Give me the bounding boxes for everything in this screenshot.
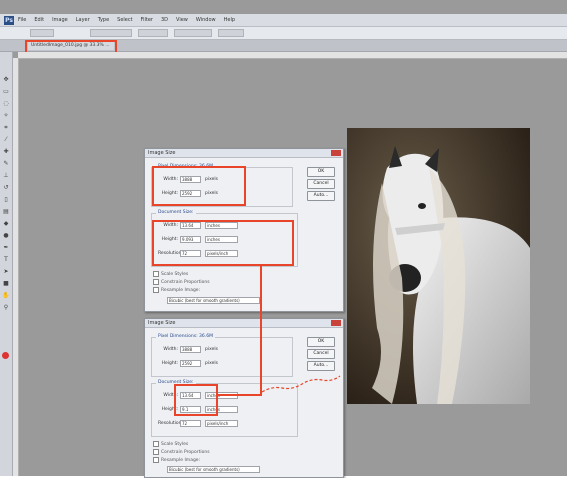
resample-checkbox[interactable]: Resample Image: <box>153 287 200 293</box>
type-tool-icon[interactable]: T <box>2 256 10 263</box>
constrain-label: Constrain Proportions <box>161 279 210 285</box>
scale-styles-label: Scale Styles <box>161 441 189 447</box>
crop-tool-icon[interactable]: ⌗ <box>2 124 10 131</box>
eraser-tool-icon[interactable]: ▯ <box>2 196 10 203</box>
resolution-unit-select[interactable]: pixels/inch <box>205 420 238 427</box>
hand-tool-icon[interactable]: ✋ <box>2 292 10 299</box>
menu-edit[interactable]: Edit <box>34 17 44 23</box>
brush-tool-icon[interactable]: ✎ <box>2 160 10 167</box>
eyedropper-icon[interactable]: ⁄ <box>2 136 10 143</box>
pixel-width-input[interactable]: 3888 <box>180 346 201 353</box>
resolution-input[interactable]: 72 <box>180 420 201 427</box>
auto-button[interactable]: Auto... <box>307 191 335 201</box>
close-icon[interactable] <box>331 150 341 156</box>
horizontal-ruler <box>18 52 567 59</box>
option-field[interactable] <box>218 29 244 37</box>
width-label: Width: <box>163 347 178 352</box>
option-field[interactable] <box>174 29 212 37</box>
shape-tool-icon[interactable]: ■ <box>2 280 10 287</box>
dialog-title: Image Size <box>145 319 343 328</box>
marquee-tool-icon[interactable]: ▭ <box>2 88 10 95</box>
pixel-height-unit: pixels <box>205 361 218 366</box>
dodge-tool-icon[interactable]: ● <box>2 232 10 239</box>
connector-line <box>218 394 262 396</box>
menu-filter[interactable]: Filter <box>141 17 153 23</box>
magic-wand-icon[interactable]: ✧ <box>2 112 10 119</box>
scale-styles-checkbox[interactable]: Scale Styles <box>153 441 188 447</box>
option-field[interactable] <box>90 29 132 37</box>
horse-image <box>347 128 530 404</box>
cancel-button[interactable]: Cancel <box>307 179 335 189</box>
foreground-color-swatch[interactable] <box>2 352 9 359</box>
constrain-proportions-checkbox[interactable]: Constrain Proportions <box>153 279 210 285</box>
menu-help[interactable]: Help <box>224 17 235 23</box>
menu-window[interactable]: Window <box>196 17 216 23</box>
ok-button[interactable]: OK <box>307 337 335 347</box>
constrain-proportions-checkbox[interactable]: Constrain Proportions <box>153 449 210 455</box>
menu-bar: Ps File Edit Image Layer Type Select Fil… <box>0 14 567 27</box>
resample-label: Resample Image: <box>161 457 201 463</box>
scale-styles-label: Scale Styles <box>161 271 189 277</box>
pixel-dimensions-label: Pixel Dimensions: 36.6M <box>156 334 215 339</box>
tools-panel: ✥ ▭ ◌ ✧ ⌗ ⁄ ✚ ✎ ⊥ ↺ ▯ ▤ ◆ ● ✒ T ➤ ■ ✋ ⚲ <box>0 52 13 476</box>
move-tool-icon[interactable]: ✥ <box>2 76 10 83</box>
healing-brush-icon[interactable]: ✚ <box>2 148 10 155</box>
gradient-tool-icon[interactable]: ▤ <box>2 208 10 215</box>
vertical-ruler <box>12 58 19 476</box>
option-field[interactable] <box>30 29 54 37</box>
constrain-label: Constrain Proportions <box>161 449 210 455</box>
option-field[interactable] <box>138 29 168 37</box>
menu-layer[interactable]: Layer <box>76 17 90 23</box>
resample-checkbox[interactable]: Resample Image: <box>153 457 200 463</box>
scale-styles-checkbox[interactable]: Scale Styles <box>153 271 188 277</box>
menu-3d[interactable]: 3D <box>161 17 168 23</box>
zoom-tool-icon[interactable]: ⚲ <box>2 304 10 311</box>
menu-file[interactable]: File <box>18 17 26 23</box>
pen-tool-icon[interactable]: ✒ <box>2 244 10 251</box>
menu-type[interactable]: Type <box>98 17 109 23</box>
history-brush-icon[interactable]: ↺ <box>2 184 10 191</box>
dialog-title: Image Size <box>145 149 343 158</box>
pixel-width-unit: pixels <box>205 347 218 352</box>
connector-squiggle <box>262 375 341 393</box>
app-logo: Ps <box>4 15 14 25</box>
menu-select[interactable]: Select <box>117 17 132 23</box>
close-icon[interactable] <box>331 320 341 326</box>
blur-tool-icon[interactable]: ◆ <box>2 220 10 227</box>
resample-method-select[interactable]: Bicubic (best for smooth gradients) <box>167 297 260 304</box>
document-size-highlight <box>152 220 294 266</box>
new-size-highlight <box>174 384 218 416</box>
resample-label: Resample Image: <box>161 287 201 293</box>
path-select-icon[interactable]: ➤ <box>2 268 10 275</box>
height-label: Height: <box>161 361 178 366</box>
pixel-dimensions-group: Pixel Dimensions: 36.6M Width: 3888 pixe… <box>151 334 293 377</box>
pixel-dimensions-highlight <box>152 166 246 206</box>
lasso-tool-icon[interactable]: ◌ <box>2 100 10 107</box>
resample-method-select[interactable]: Bicubic (best for smooth gradients) <box>167 466 260 473</box>
photoshop-window: Ps File Edit Image Layer Type Select Fil… <box>0 0 567 478</box>
horse-photo <box>347 128 530 404</box>
clone-stamp-icon[interactable]: ⊥ <box>2 172 10 179</box>
options-bar <box>0 27 567 40</box>
menu-view[interactable]: View <box>176 17 188 23</box>
menu-image[interactable]: Image <box>52 17 68 23</box>
document-size-label: Document Size: <box>156 210 196 215</box>
resolution-label: Resolution: <box>158 421 184 426</box>
auto-button[interactable]: Auto... <box>307 361 335 371</box>
ok-button[interactable]: OK <box>307 167 335 177</box>
cancel-button[interactable]: Cancel <box>307 349 335 359</box>
pixel-height-input[interactable]: 2592 <box>180 360 201 367</box>
